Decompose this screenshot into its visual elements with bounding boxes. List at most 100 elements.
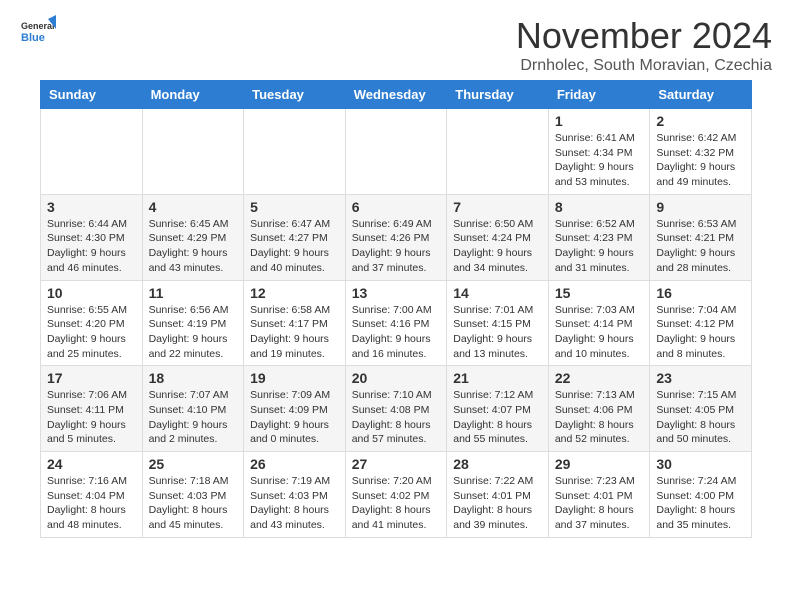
day-info: Sunrise: 6:53 AM Sunset: 4:21 PM Dayligh…: [656, 217, 745, 276]
month-title: November 2024: [516, 15, 772, 57]
day-cell: 12 Sunrise: 6:58 AM Sunset: 4:17 PM Dayli…: [244, 280, 346, 366]
week-row-5: 24Sunrise: 7:16 AM Sunset: 4:04 PM Dayli…: [41, 452, 752, 538]
day-number: 27: [352, 456, 441, 472]
day-cell: 2 Sunrise: 6:42 AM Sunset: 4:32 PM Daylig…: [650, 109, 752, 195]
day-number: 19: [250, 370, 339, 386]
day-info: Sunrise: 7:15 AM Sunset: 4:05 PM Dayligh…: [656, 388, 745, 447]
day-cell: 3Sunrise: 6:44 AM Sunset: 4:30 PM Daylig…: [41, 194, 143, 280]
day-number: 15: [555, 285, 644, 301]
day-info: Sunrise: 7:22 AM Sunset: 4:01 PM Dayligh…: [453, 474, 542, 533]
day-header-monday: Monday: [142, 81, 244, 109]
week-row-3: 10Sunrise: 6:55 AM Sunset: 4:20 PM Dayli…: [41, 280, 752, 366]
day-cell: 17 Sunrise: 7:06 AM Sunset: 4:11 PM Dayli…: [41, 366, 143, 452]
day-cell: [142, 109, 244, 195]
day-info: Sunrise: 7:04 AM Sunset: 4:12 PM Dayligh…: [656, 303, 745, 362]
day-header-friday: Friday: [548, 81, 650, 109]
day-number: 4: [149, 199, 238, 215]
week-row-1: 1 Sunrise: 6:41 AM Sunset: 4:34 PM Daylig…: [41, 109, 752, 195]
day-info: Sunrise: 7:03 AM Sunset: 4:14 PM Dayligh…: [555, 303, 644, 362]
day-number: 18: [149, 370, 238, 386]
day-info: Sunrise: 7:18 AM Sunset: 4:03 PM Dayligh…: [149, 474, 238, 533]
day-cell: 20 Sunrise: 7:10 AM Sunset: 4:08 PM Dayli…: [345, 366, 447, 452]
day-number: 12: [250, 285, 339, 301]
day-info: Sunrise: 7:19 AM Sunset: 4:03 PM Dayligh…: [250, 474, 339, 533]
day-number: 14: [453, 285, 542, 301]
day-info: Sunrise: 6:50 AM Sunset: 4:24 PM Dayligh…: [453, 217, 542, 276]
day-info: Sunrise: 6:49 AM Sunset: 4:26 PM Dayligh…: [352, 217, 441, 276]
day-cell: 23 Sunrise: 7:15 AM Sunset: 4:05 PM Dayli…: [650, 366, 752, 452]
day-number: 28: [453, 456, 542, 472]
page-header: General Blue November 2024 Drnholec, Sou…: [0, 0, 792, 80]
day-cell: 29 Sunrise: 7:23 AM Sunset: 4:01 PM Dayli…: [548, 452, 650, 538]
day-header-saturday: Saturday: [650, 81, 752, 109]
day-cell: 14 Sunrise: 7:01 AM Sunset: 4:15 PM Dayli…: [447, 280, 549, 366]
day-cell: 18Sunrise: 7:07 AM Sunset: 4:10 PM Dayli…: [142, 366, 244, 452]
day-number: 6: [352, 199, 441, 215]
day-cell: 13Sunrise: 7:00 AM Sunset: 4:16 PM Dayli…: [345, 280, 447, 366]
day-number: 22: [555, 370, 644, 386]
day-header-sunday: Sunday: [41, 81, 143, 109]
day-cell: 1 Sunrise: 6:41 AM Sunset: 4:34 PM Daylig…: [548, 109, 650, 195]
day-cell: 10Sunrise: 6:55 AM Sunset: 4:20 PM Dayli…: [41, 280, 143, 366]
day-cell: [244, 109, 346, 195]
day-info: Sunrise: 7:20 AM Sunset: 4:02 PM Dayligh…: [352, 474, 441, 533]
day-header-thursday: Thursday: [447, 81, 549, 109]
day-info: Sunrise: 6:58 AM Sunset: 4:17 PM Dayligh…: [250, 303, 339, 362]
day-info: Sunrise: 6:55 AM Sunset: 4:20 PM Dayligh…: [47, 303, 136, 362]
day-info: Sunrise: 7:01 AM Sunset: 4:15 PM Dayligh…: [453, 303, 542, 362]
day-number: 8: [555, 199, 644, 215]
day-number: 11: [149, 285, 238, 301]
day-cell: [447, 109, 549, 195]
svg-text:Blue: Blue: [21, 32, 45, 44]
day-info: Sunrise: 7:13 AM Sunset: 4:06 PM Dayligh…: [555, 388, 644, 447]
day-number: 30: [656, 456, 745, 472]
day-cell: 8 Sunrise: 6:52 AM Sunset: 4:23 PM Daylig…: [548, 194, 650, 280]
calendar-wrapper: SundayMondayTuesdayWednesdayThursdayFrid…: [0, 80, 792, 558]
day-info: Sunrise: 7:06 AM Sunset: 4:11 PM Dayligh…: [47, 388, 136, 447]
day-cell: 28 Sunrise: 7:22 AM Sunset: 4:01 PM Dayli…: [447, 452, 549, 538]
day-number: 25: [149, 456, 238, 472]
day-cell: 26 Sunrise: 7:19 AM Sunset: 4:03 PM Dayli…: [244, 452, 346, 538]
day-number: 1: [555, 113, 644, 129]
day-number: 7: [453, 199, 542, 215]
day-number: 24: [47, 456, 136, 472]
day-info: Sunrise: 6:56 AM Sunset: 4:19 PM Dayligh…: [149, 303, 238, 362]
day-cell: 16 Sunrise: 7:04 AM Sunset: 4:12 PM Dayli…: [650, 280, 752, 366]
day-cell: 15 Sunrise: 7:03 AM Sunset: 4:14 PM Dayli…: [548, 280, 650, 366]
day-cell: 30 Sunrise: 7:24 AM Sunset: 4:00 PM Dayli…: [650, 452, 752, 538]
week-row-2: 3Sunrise: 6:44 AM Sunset: 4:30 PM Daylig…: [41, 194, 752, 280]
day-cell: 4Sunrise: 6:45 AM Sunset: 4:29 PM Daylig…: [142, 194, 244, 280]
day-header-tuesday: Tuesday: [244, 81, 346, 109]
day-cell: [345, 109, 447, 195]
day-number: 17: [47, 370, 136, 386]
week-row-4: 17 Sunrise: 7:06 AM Sunset: 4:11 PM Dayli…: [41, 366, 752, 452]
day-info: Sunrise: 7:23 AM Sunset: 4:01 PM Dayligh…: [555, 474, 644, 533]
day-info: Sunrise: 6:52 AM Sunset: 4:23 PM Dayligh…: [555, 217, 644, 276]
day-cell: 19Sunrise: 7:09 AM Sunset: 4:09 PM Dayli…: [244, 366, 346, 452]
day-cell: 9Sunrise: 6:53 AM Sunset: 4:21 PM Daylig…: [650, 194, 752, 280]
day-number: 21: [453, 370, 542, 386]
day-number: 26: [250, 456, 339, 472]
day-number: 29: [555, 456, 644, 472]
day-cell: 25 Sunrise: 7:18 AM Sunset: 4:03 PM Dayli…: [142, 452, 244, 538]
svg-text:General: General: [21, 21, 55, 31]
day-info: Sunrise: 6:41 AM Sunset: 4:34 PM Dayligh…: [555, 131, 644, 190]
day-number: 20: [352, 370, 441, 386]
day-cell: 5Sunrise: 6:47 AM Sunset: 4:27 PM Daylig…: [244, 194, 346, 280]
day-info: Sunrise: 7:10 AM Sunset: 4:08 PM Dayligh…: [352, 388, 441, 447]
day-number: 13: [352, 285, 441, 301]
day-cell: 7 Sunrise: 6:50 AM Sunset: 4:24 PM Daylig…: [447, 194, 549, 280]
logo-icon: General Blue: [20, 15, 56, 51]
day-number: 23: [656, 370, 745, 386]
day-cell: 21Sunrise: 7:12 AM Sunset: 4:07 PM Dayli…: [447, 366, 549, 452]
title-block: November 2024 Drnholec, South Moravian, …: [516, 15, 772, 75]
day-number: 2: [656, 113, 745, 129]
day-cell: 22 Sunrise: 7:13 AM Sunset: 4:06 PM Dayli…: [548, 366, 650, 452]
day-info: Sunrise: 6:42 AM Sunset: 4:32 PM Dayligh…: [656, 131, 745, 190]
day-number: 16: [656, 285, 745, 301]
calendar-table: SundayMondayTuesdayWednesdayThursdayFrid…: [40, 80, 752, 538]
day-info: Sunrise: 7:24 AM Sunset: 4:00 PM Dayligh…: [656, 474, 745, 533]
day-cell: 11 Sunrise: 6:56 AM Sunset: 4:19 PM Dayli…: [142, 280, 244, 366]
day-info: Sunrise: 6:44 AM Sunset: 4:30 PM Dayligh…: [47, 217, 136, 276]
day-cell: 24Sunrise: 7:16 AM Sunset: 4:04 PM Dayli…: [41, 452, 143, 538]
